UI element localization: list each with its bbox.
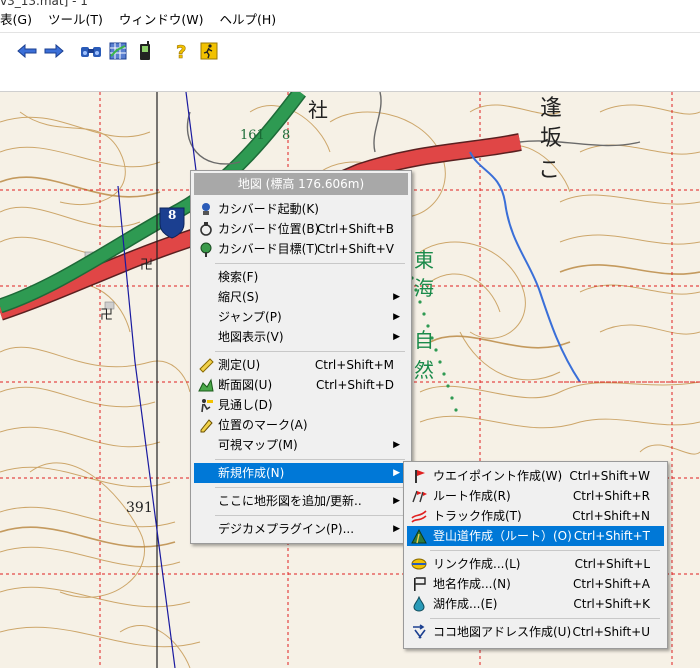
menu-item-visibility-map[interactable]: 可視マップ(M) ▶ (194, 435, 408, 455)
submenu-item-map-address[interactable]: ココ地図アドレス作成(U) Ctrl+Shift+U (407, 622, 664, 642)
submenu-item-track[interactable]: トラック作成(T) Ctrl+Shift+N (407, 506, 664, 526)
menu-item-search[interactable]: 検索(F) (194, 267, 408, 287)
svg-text:?: ? (176, 42, 186, 61)
track-icon (411, 508, 427, 524)
menu-item-kashimir-start[interactable]: カシバード起動(K) (194, 199, 408, 219)
menu-tools[interactable]: ツール(T) (40, 8, 111, 32)
submenu-item-waypoint[interactable]: ウエイポイント作成(W) Ctrl+Shift+W (407, 466, 664, 486)
route-number-label: 161 (240, 128, 265, 143)
mountain-trail-icon (411, 528, 427, 544)
submenu-item-lake[interactable]: 湖作成...(E) Ctrl+Shift+K (407, 594, 664, 614)
menu-bar: 表(G) ツール(T) ウィンドウ(W) ヘルプ(H) (0, 8, 700, 32)
route-flags-icon (411, 488, 427, 504)
link-globe-icon (411, 556, 427, 572)
toolbar: ? (0, 32, 700, 68)
help-question-icon[interactable]: ? (169, 38, 195, 64)
waypoint-flag-icon (411, 468, 427, 484)
window-title: v3_13.mat] - 1 (0, 0, 88, 8)
arrow-left-icon[interactable] (14, 38, 40, 64)
temple-symbol: 卍 (100, 308, 114, 323)
lake-drop-icon (411, 595, 427, 612)
menu-map[interactable]: 表(G) (0, 8, 40, 32)
runner-icon[interactable] (196, 38, 222, 64)
address-arrow-icon (411, 624, 427, 640)
menu-item-position-mark[interactable]: 位置のマーク(A) (194, 415, 408, 435)
submenu-arrow-icon: ▶ (393, 524, 400, 534)
menu-item-kashimir-target[interactable]: カシバード目標(T) Ctrl+Shift+V (194, 239, 408, 259)
submenu-item-place-name[interactable]: 地名作成...(N) Ctrl+Shift+A (407, 574, 664, 594)
menu-item-map-display[interactable]: 地図表示(V) ▶ (194, 327, 408, 347)
spot-height-label: 391 (126, 500, 153, 516)
place-name-kana: こ (538, 158, 561, 183)
temple-symbol: 卍 (140, 258, 154, 273)
submenu-item-link[interactable]: リンク作成...(L) Ctrl+Shift+L (407, 554, 664, 574)
submenu-arrow-icon: ▶ (393, 468, 400, 478)
gps-device-icon[interactable] (132, 38, 158, 64)
trail-name-char: 東 (414, 248, 434, 272)
pencil-icon (198, 417, 214, 433)
submenu-arrow-icon: ▶ (393, 440, 400, 450)
submenu-arrow-icon: ▶ (393, 332, 400, 342)
menu-item-jump[interactable]: ジャンプ(P) ▶ (194, 307, 408, 327)
place-name-slope: 逢 (540, 96, 563, 121)
profile-icon (198, 377, 214, 393)
submenu-item-route[interactable]: ルート作成(R) Ctrl+Shift+R (407, 486, 664, 506)
place-name-slope: 坂 (540, 126, 563, 151)
submenu-arrow-icon: ▶ (393, 312, 400, 322)
menu-window[interactable]: ウィンドウ(W) (111, 8, 212, 32)
menu-item-kashimir-position[interactable]: カシバード位置(B) Ctrl+Shift+B (194, 219, 408, 239)
menu-item-scale[interactable]: 縮尺(S) ▶ (194, 287, 408, 307)
binoculars-icon[interactable] (78, 38, 104, 64)
elevation-mark-label: 8 (282, 128, 291, 143)
trail-name-char: 海 (414, 276, 434, 300)
submenu-arrow-icon: ▶ (393, 292, 400, 302)
status-strip (0, 68, 700, 92)
menu-item-add-topomap[interactable]: ここに地形図を追加/更新.. ▶ (194, 491, 408, 511)
submenu-item-mountain-trail[interactable]: 登山道作成（ルート）(O) Ctrl+Shift+T (407, 526, 664, 546)
arrow-right-icon[interactable] (41, 38, 67, 64)
context-menu-header: 地図 (標高 176.606m) (194, 173, 408, 195)
submenu-arrow-icon: ▶ (393, 496, 400, 506)
grid-map-icon[interactable] (105, 38, 131, 64)
menu-item-profile[interactable]: 断面図(U) Ctrl+Shift+D (194, 375, 408, 395)
shrine-label: 社 (308, 98, 328, 122)
route-shield-number: 8 (168, 208, 177, 222)
lookout-icon (198, 397, 214, 413)
kashimir-target-icon (198, 241, 214, 257)
new-submenu: ウエイポイント作成(W) Ctrl+Shift+W ルート作成(R) Ctrl+… (403, 461, 668, 649)
kashimir-position-icon (198, 221, 214, 237)
menu-item-camera-plugin[interactable]: デジカメプラグイン(P)... ▶ (194, 519, 408, 539)
kashimir-start-icon (198, 201, 214, 217)
trail-name-char: 然 (414, 358, 434, 382)
window-title-strip: v3_13.mat] - 1 (0, 0, 700, 8)
menu-help[interactable]: ヘルプ(H) (211, 8, 284, 32)
map-context-menu: 地図 (標高 176.606m) カシバード起動(K) カシバード位置(B) C… (190, 170, 412, 544)
menu-item-new[interactable]: 新規作成(N) ▶ (194, 463, 408, 483)
ruler-icon (198, 357, 214, 373)
menu-item-measure[interactable]: 測定(U) Ctrl+Shift+M (194, 355, 408, 375)
place-name-flag-icon (411, 576, 427, 592)
trail-name-char: 自 (414, 328, 434, 352)
menu-item-line-of-sight[interactable]: 見通し(D) (194, 395, 408, 415)
